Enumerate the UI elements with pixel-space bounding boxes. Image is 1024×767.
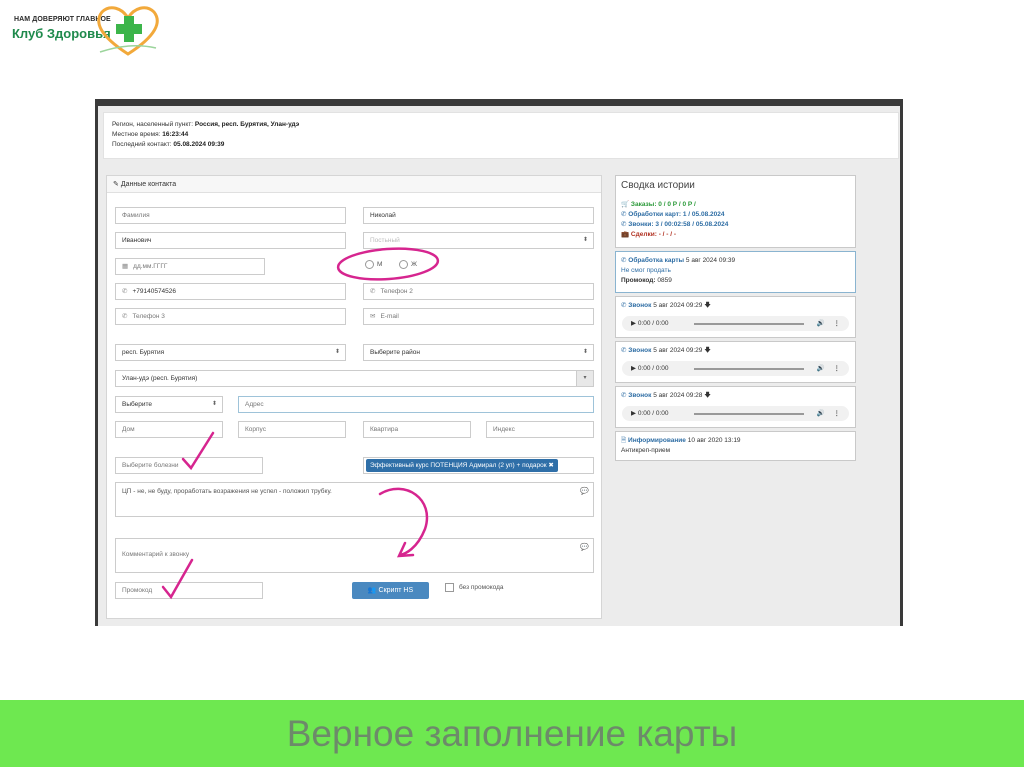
slide-caption: Верное заполнение карты bbox=[286, 713, 738, 754]
club-logo: НАМ ДОВЕРЯЮТ ГЛАВНОЕ Клуб Здоровья bbox=[8, 2, 168, 60]
promo-checkmark bbox=[161, 558, 194, 600]
footer-banner: Верное заполнение карты bbox=[0, 700, 1024, 767]
gender-circle-mark bbox=[336, 247, 440, 281]
pink-annotations bbox=[161, 247, 440, 600]
crm-screenshot: Регион, населенный пункт: Россия, респ. … bbox=[95, 99, 903, 626]
heart-cross-icon bbox=[97, 6, 159, 56]
disease-checkmark bbox=[181, 431, 215, 471]
